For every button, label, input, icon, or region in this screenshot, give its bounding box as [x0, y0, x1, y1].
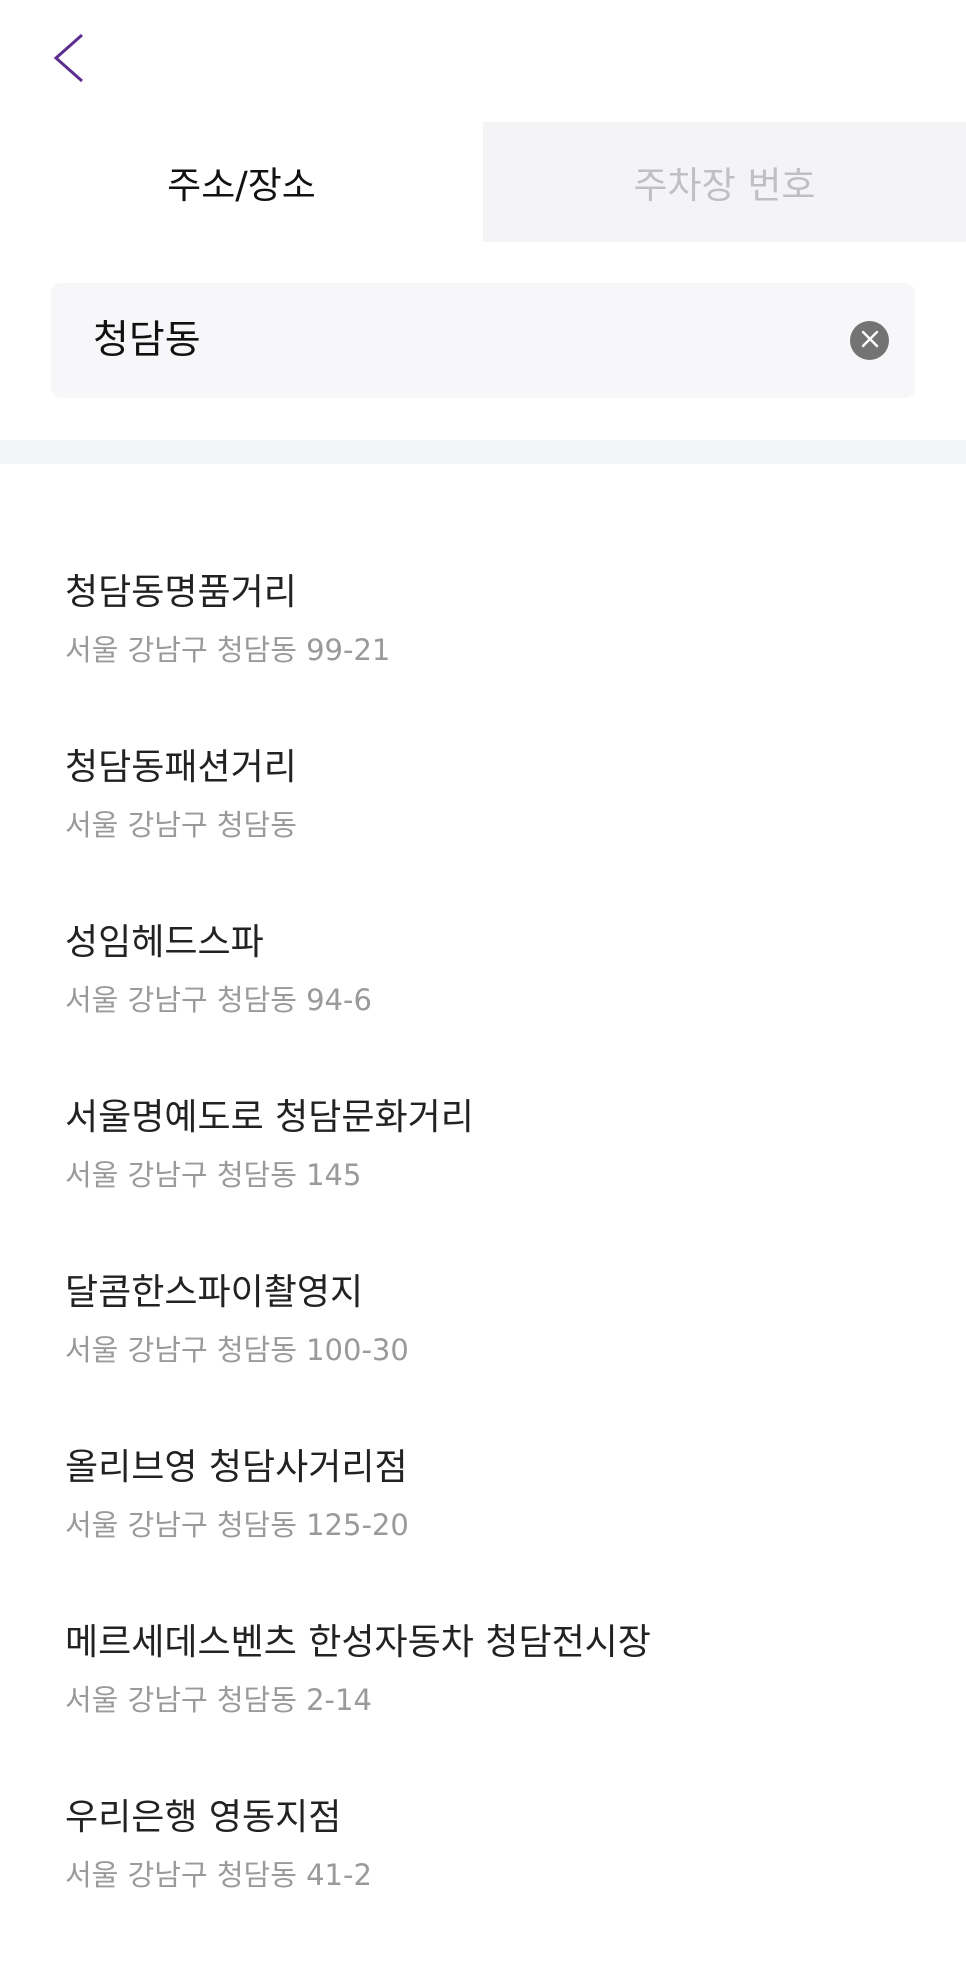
- list-item[interactable]: 서울명예도로 청담문화거리 서울 강남구 청담동 145: [0, 1096, 966, 1271]
- result-name: 성임헤드스파: [65, 922, 264, 963]
- back-button[interactable]: [52, 28, 108, 92]
- tab-address-place[interactable]: 주소/장소: [0, 122, 483, 242]
- result-address: 서울 강남구 청담동 41-2: [65, 1858, 372, 1892]
- search-box: [51, 283, 915, 398]
- result-name: 올리브영 청담사거리점: [65, 1447, 408, 1488]
- result-address: 서울 강남구 청담동 145: [65, 1158, 362, 1192]
- result-address: 서울 강남구 청담동 100-30: [65, 1333, 409, 1367]
- list-item[interactable]: 올리브영 청담사거리점 서울 강남구 청담동 125-20: [0, 1446, 966, 1621]
- top-bar: [0, 0, 966, 122]
- list-item[interactable]: 메르세데스벤츠 한성자동차 청담전시장 서울 강남구 청담동 2-14: [0, 1621, 966, 1796]
- result-address: 서울 강남구 청담동 125-20: [65, 1508, 409, 1542]
- result-name: 우리은행 영동지점: [65, 1797, 342, 1838]
- chevron-left-icon: [52, 32, 86, 88]
- result-address: 서울 강남구 청담동 2-14: [65, 1683, 372, 1717]
- result-address: 서울 강남구 청담동: [65, 808, 297, 842]
- tab-bar: 주소/장소 주차장 번호: [0, 122, 966, 242]
- tab-parking-number[interactable]: 주차장 번호: [483, 122, 966, 242]
- list-item[interactable]: 우리은행 영동지점 서울 강남구 청담동 41-2: [0, 1796, 966, 1971]
- section-divider: [0, 440, 966, 464]
- result-address: 서울 강남구 청담동 94-6: [65, 983, 372, 1017]
- result-name: 메르세데스벤츠 한성자동차 청담전시장: [65, 1622, 651, 1663]
- result-name: 청담동명품거리: [65, 572, 297, 613]
- tab-label: 주소/장소: [167, 164, 316, 207]
- list-item[interactable]: 청담동명품거리 서울 강남구 청담동 99-21: [0, 571, 966, 746]
- search-input[interactable]: [93, 283, 793, 398]
- result-name: 청담동패션거리: [65, 747, 297, 788]
- list-item[interactable]: 달콤한스파이촬영지 서울 강남구 청담동 100-30: [0, 1271, 966, 1446]
- list-item[interactable]: 청담동패션거리 서울 강남구 청담동: [0, 746, 966, 921]
- result-address: 서울 강남구 청담동 99-21: [65, 633, 391, 667]
- list-item[interactable]: 성임헤드스파 서울 강남구 청담동 94-6: [0, 921, 966, 1096]
- tab-label: 주차장 번호: [633, 164, 816, 207]
- result-name: 달콤한스파이촬영지: [65, 1272, 364, 1313]
- clear-icon: [860, 329, 880, 353]
- result-name: 서울명예도로 청담문화거리: [65, 1097, 474, 1138]
- clear-search-button[interactable]: [850, 321, 889, 360]
